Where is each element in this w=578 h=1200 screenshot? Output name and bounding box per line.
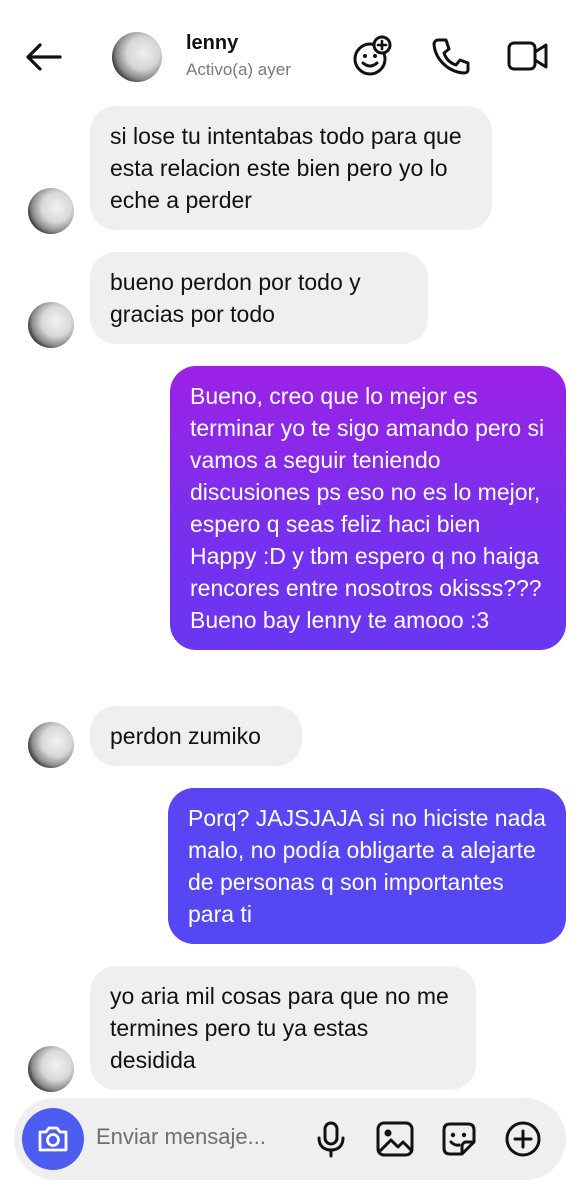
sender-avatar[interactable] (28, 188, 74, 234)
sender-avatar[interactable] (28, 302, 74, 348)
incoming-message[interactable]: yo aria mil cosas para que no me termine… (90, 966, 476, 1090)
plus-circle-icon[interactable] (502, 1118, 544, 1160)
contact-avatar[interactable] (112, 32, 162, 82)
phone-icon[interactable] (428, 34, 472, 78)
contact-name[interactable]: lenny (186, 32, 238, 55)
sender-avatar[interactable] (28, 722, 74, 768)
microphone-icon[interactable] (310, 1118, 352, 1160)
outgoing-message[interactable]: Porq? JAJSJAJA si no hiciste nada malo, … (168, 788, 566, 944)
incoming-message[interactable]: bueno perdon por todo y gracias por todo (90, 252, 428, 344)
camera-button[interactable] (22, 1108, 84, 1170)
sticker-icon[interactable] (438, 1118, 480, 1160)
camera-icon (38, 1126, 68, 1152)
sender-avatar[interactable] (28, 1046, 74, 1092)
incoming-message[interactable]: perdon zumiko (90, 706, 302, 766)
incoming-message[interactable]: si lose tu intentabas todo para que esta… (90, 106, 492, 230)
video-camera-icon[interactable] (506, 34, 550, 78)
message-input[interactable]: Enviar mensaje... (96, 1124, 266, 1150)
back-arrow-icon[interactable] (22, 36, 64, 78)
outgoing-message[interactable]: Bueno, creo que lo mejor es terminar yo … (170, 366, 566, 650)
message-composer: Enviar mensaje... (14, 1098, 566, 1180)
face-sparkle-icon[interactable] (350, 34, 394, 78)
contact-status: Activo(a) ayer (186, 60, 291, 79)
chat-header: lenny Activo(a) ayer (0, 0, 578, 112)
image-icon[interactable] (374, 1118, 416, 1160)
